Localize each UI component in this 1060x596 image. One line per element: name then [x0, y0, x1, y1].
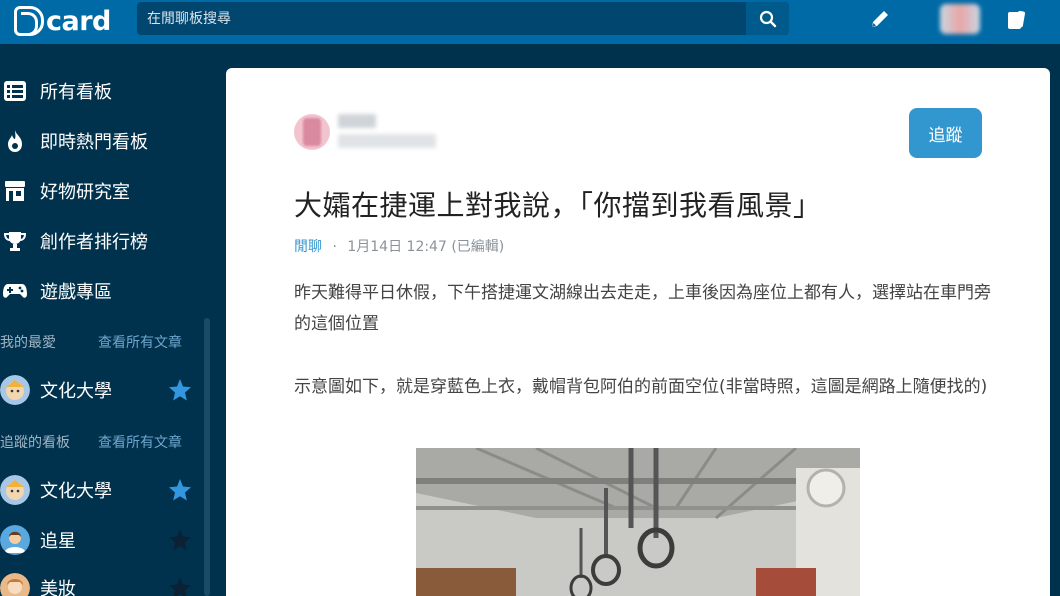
- post-image[interactable]: [416, 448, 860, 596]
- search-bar: [137, 2, 789, 35]
- star-icon[interactable]: [168, 576, 192, 596]
- favorites-header: 我的最愛 查看所有文章: [0, 332, 200, 352]
- sidebar: 所有看板 即時熱門看板 好物研究室 創作者排行榜 遊戲專區 我的最愛 查看所有文…: [0, 44, 210, 596]
- followed-board-item[interactable]: 美妝: [0, 568, 200, 596]
- board-avatar: [0, 525, 30, 555]
- dcard-logo-mark: [14, 6, 44, 36]
- post-paragraph: 示意圖如下，就是穿藍色上衣，戴帽背包阿伯的前面空位(非當時照，這圖是網路上隨便找…: [294, 377, 988, 397]
- forum-link[interactable]: 閒聊: [294, 239, 322, 255]
- sidebar-item-games[interactable]: 遊戲專區: [0, 271, 200, 311]
- cards-button[interactable]: [1004, 8, 1028, 32]
- follow-button[interactable]: 追蹤: [909, 108, 982, 158]
- post-paragraph: 昨天難得平日休假，下午搭捷運文湖線出去走走，上車後因為座位上都有人，選擇站在車門…: [294, 283, 991, 334]
- board-label: 文化大學: [40, 481, 112, 502]
- post-card: 追蹤 大孀在捷運上對我說，「你擋到我看風景」 閒聊 · 1月14日 12:47 …: [226, 68, 1050, 596]
- top-bar: card: [0, 0, 1060, 44]
- sidebar-item-creator-ranking[interactable]: 創作者排行榜: [0, 221, 200, 261]
- followed-board-item[interactable]: 追星: [0, 520, 200, 560]
- star-icon[interactable]: [168, 528, 192, 552]
- author-name-blurred: [338, 114, 376, 128]
- board-avatar: [0, 573, 30, 596]
- sidebar-item-label: 即時熱門看板: [40, 132, 148, 153]
- author-id-blurred: [338, 134, 436, 148]
- board-label: 追星: [40, 531, 76, 552]
- sidebar-item-trending[interactable]: 即時熱門看板: [0, 121, 200, 161]
- sidebar-scrollbar[interactable]: [204, 318, 210, 596]
- author-avatar[interactable]: [294, 114, 330, 150]
- sidebar-item-label: 創作者排行榜: [40, 232, 148, 253]
- logo-text: card: [46, 5, 111, 37]
- sidebar-item-shop[interactable]: 好物研究室: [0, 171, 200, 211]
- board-label: 美妝: [40, 579, 76, 596]
- edited-label: (已編輯): [451, 239, 505, 255]
- shop-icon: [2, 178, 28, 204]
- board-avatar: [0, 475, 30, 505]
- pencil-icon: [872, 11, 888, 27]
- trophy-icon: [2, 228, 28, 254]
- sidebar-item-label: 好物研究室: [40, 182, 130, 203]
- card-icon: [1008, 10, 1026, 29]
- user-avatar[interactable]: [940, 4, 980, 34]
- sidebar-item-all-boards[interactable]: 所有看板: [0, 71, 200, 111]
- meta-separator: ·: [332, 239, 337, 255]
- list-icon: [2, 78, 28, 104]
- followed-title: 追蹤的看板: [0, 435, 70, 451]
- fire-icon: [2, 128, 28, 154]
- star-icon[interactable]: [168, 478, 192, 502]
- board-label: 文化大學: [40, 381, 112, 402]
- followed-board-item[interactable]: 文化大學: [0, 470, 200, 510]
- favorites-view-all-link[interactable]: 查看所有文章: [98, 332, 182, 352]
- gamepad-icon: [2, 278, 28, 304]
- search-icon: [759, 10, 776, 27]
- search-input[interactable]: [137, 2, 745, 35]
- followed-view-all-link[interactable]: 查看所有文章: [98, 432, 182, 452]
- followed-header: 追蹤的看板 查看所有文章: [0, 432, 200, 452]
- sidebar-item-label: 遊戲專區: [40, 282, 112, 303]
- dcard-logo[interactable]: card: [14, 4, 111, 38]
- favorites-title: 我的最愛: [0, 335, 56, 351]
- star-icon[interactable]: [168, 378, 192, 402]
- search-button[interactable]: [746, 2, 789, 35]
- sidebar-item-label: 所有看板: [40, 82, 112, 103]
- write-post-button[interactable]: [866, 8, 894, 30]
- post-meta: 閒聊 · 1月14日 12:47 (已編輯): [294, 236, 504, 256]
- post-datetime: 1月14日 12:47: [347, 239, 447, 255]
- board-avatar: [0, 375, 30, 405]
- favorite-board-item[interactable]: 文化大學: [0, 370, 200, 410]
- post-title: 大孀在捷運上對我說，「你擋到我看風景」: [294, 189, 822, 222]
